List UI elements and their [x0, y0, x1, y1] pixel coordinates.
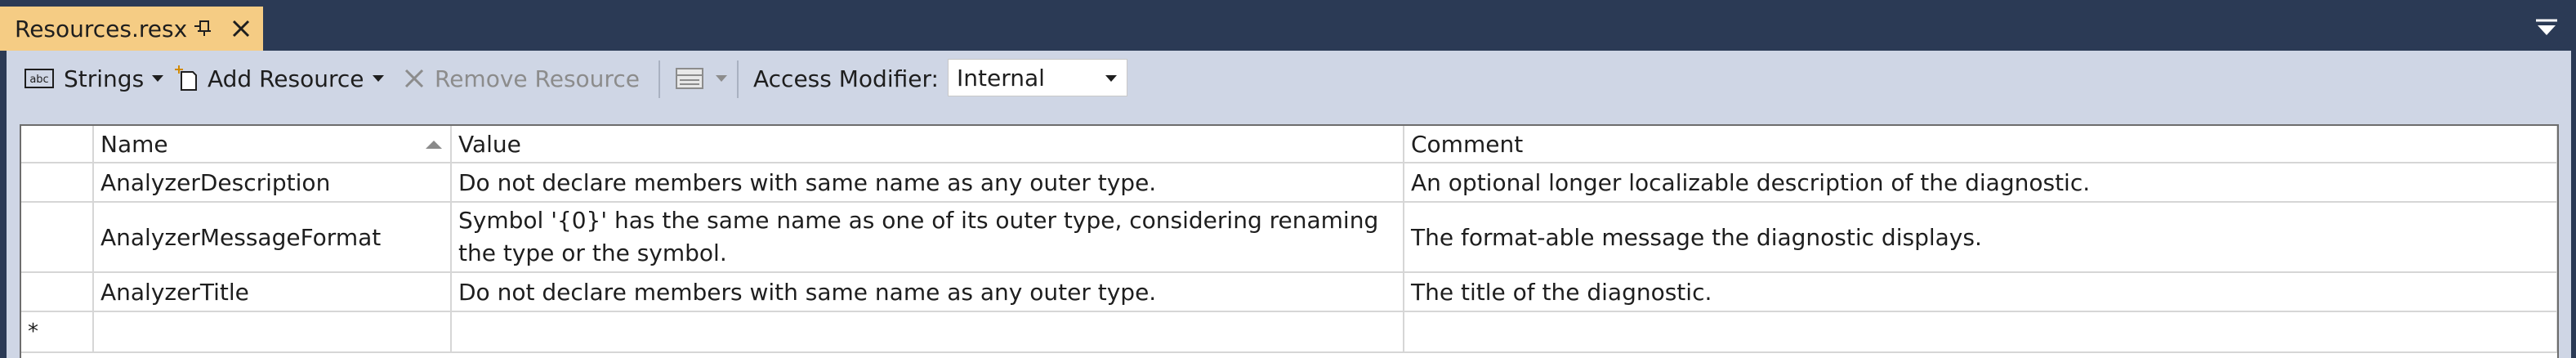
value-cell[interactable]: Do not declare members with same name as… [451, 272, 1404, 312]
name-cell[interactable]: AnalyzerTitle [93, 272, 452, 312]
comment-cell[interactable]: An optional longer localizable descripti… [1404, 163, 2557, 203]
column-header-label: Comment [1411, 130, 1524, 158]
tab-title: Resources.resx [15, 15, 188, 43]
table-row[interactable]: AnalyzerMessageFormat Symbol '{0}' has t… [21, 202, 2557, 273]
table-row[interactable]: AnalyzerTitle Do not declare members wit… [21, 272, 2557, 312]
strings-dropdown-button[interactable]: abc Strings [25, 51, 164, 106]
table-row[interactable]: AnalyzerDescription Do not declare membe… [21, 163, 2557, 203]
row-header-cell[interactable] [21, 272, 94, 312]
access-modifier-value: Internal [957, 64, 1045, 92]
row-header-cell[interactable] [21, 202, 94, 273]
value-cell[interactable]: Do not declare members with same name as… [451, 163, 1404, 203]
svg-text:abc: abc [29, 74, 48, 86]
remove-x-icon [404, 69, 424, 88]
grid-view-icon [676, 68, 703, 89]
resource-toolbar: abc Strings Add Resource Remove Resource [7, 51, 2571, 106]
column-header-name[interactable]: Name [93, 126, 452, 163]
toolbar-separator [659, 60, 660, 98]
strings-label: Strings [64, 65, 145, 92]
remove-resource-button[interactable]: Remove Resource [402, 51, 640, 106]
add-resource-label: Add Resource [208, 65, 364, 92]
comment-cell[interactable]: The title of the diagnostic. [1404, 272, 2557, 312]
close-icon[interactable] [229, 16, 253, 41]
document-tab-strip: Resources.resx [0, 0, 2576, 51]
chevron-down-icon [716, 75, 727, 82]
column-header-comment[interactable]: Comment [1404, 126, 2557, 163]
pin-icon[interactable] [193, 18, 214, 39]
access-modifier-label: Access Modifier: [753, 65, 939, 92]
chevron-down-icon [372, 75, 384, 82]
chevron-down-icon [152, 75, 164, 82]
add-resource-button[interactable]: Add Resource [175, 51, 384, 106]
tab-overflow-chevron-icon[interactable] [2533, 18, 2560, 38]
strings-abc-icon: abc [25, 69, 54, 88]
toolbar-separator [737, 60, 739, 98]
document-tab-resources[interactable]: Resources.resx [0, 7, 263, 51]
sort-ascending-icon [426, 141, 442, 149]
add-resource-icon [175, 65, 197, 91]
views-dropdown-button[interactable] [675, 51, 727, 106]
header-row: Name Value Comment [21, 126, 2557, 163]
resource-grid: Name Value Comment AnalyzerDescription D… [20, 124, 2559, 358]
column-header-label: Name [100, 130, 168, 158]
value-cell[interactable] [451, 311, 1404, 353]
access-modifier-select[interactable]: Internal [948, 59, 1127, 96]
new-row-marker: * [21, 311, 94, 353]
row-header-corner[interactable] [21, 126, 94, 163]
name-cell[interactable]: AnalyzerMessageFormat [93, 202, 452, 273]
column-header-value[interactable]: Value [451, 126, 1404, 163]
value-cell[interactable]: Symbol '{0}' has the same name as one of… [451, 202, 1404, 273]
name-cell[interactable] [93, 311, 452, 353]
comment-cell[interactable]: The format-able message the diagnostic d… [1404, 202, 2557, 273]
new-row[interactable]: * [21, 311, 2557, 353]
column-header-label: Value [458, 130, 521, 158]
comment-cell[interactable] [1404, 311, 2557, 353]
name-cell[interactable]: AnalyzerDescription [93, 163, 452, 203]
row-header-cell[interactable] [21, 163, 94, 203]
remove-resource-label: Remove Resource [435, 65, 640, 92]
resource-table: Name Value Comment AnalyzerDescription D… [21, 126, 2557, 353]
chevron-down-icon [1105, 75, 1117, 82]
